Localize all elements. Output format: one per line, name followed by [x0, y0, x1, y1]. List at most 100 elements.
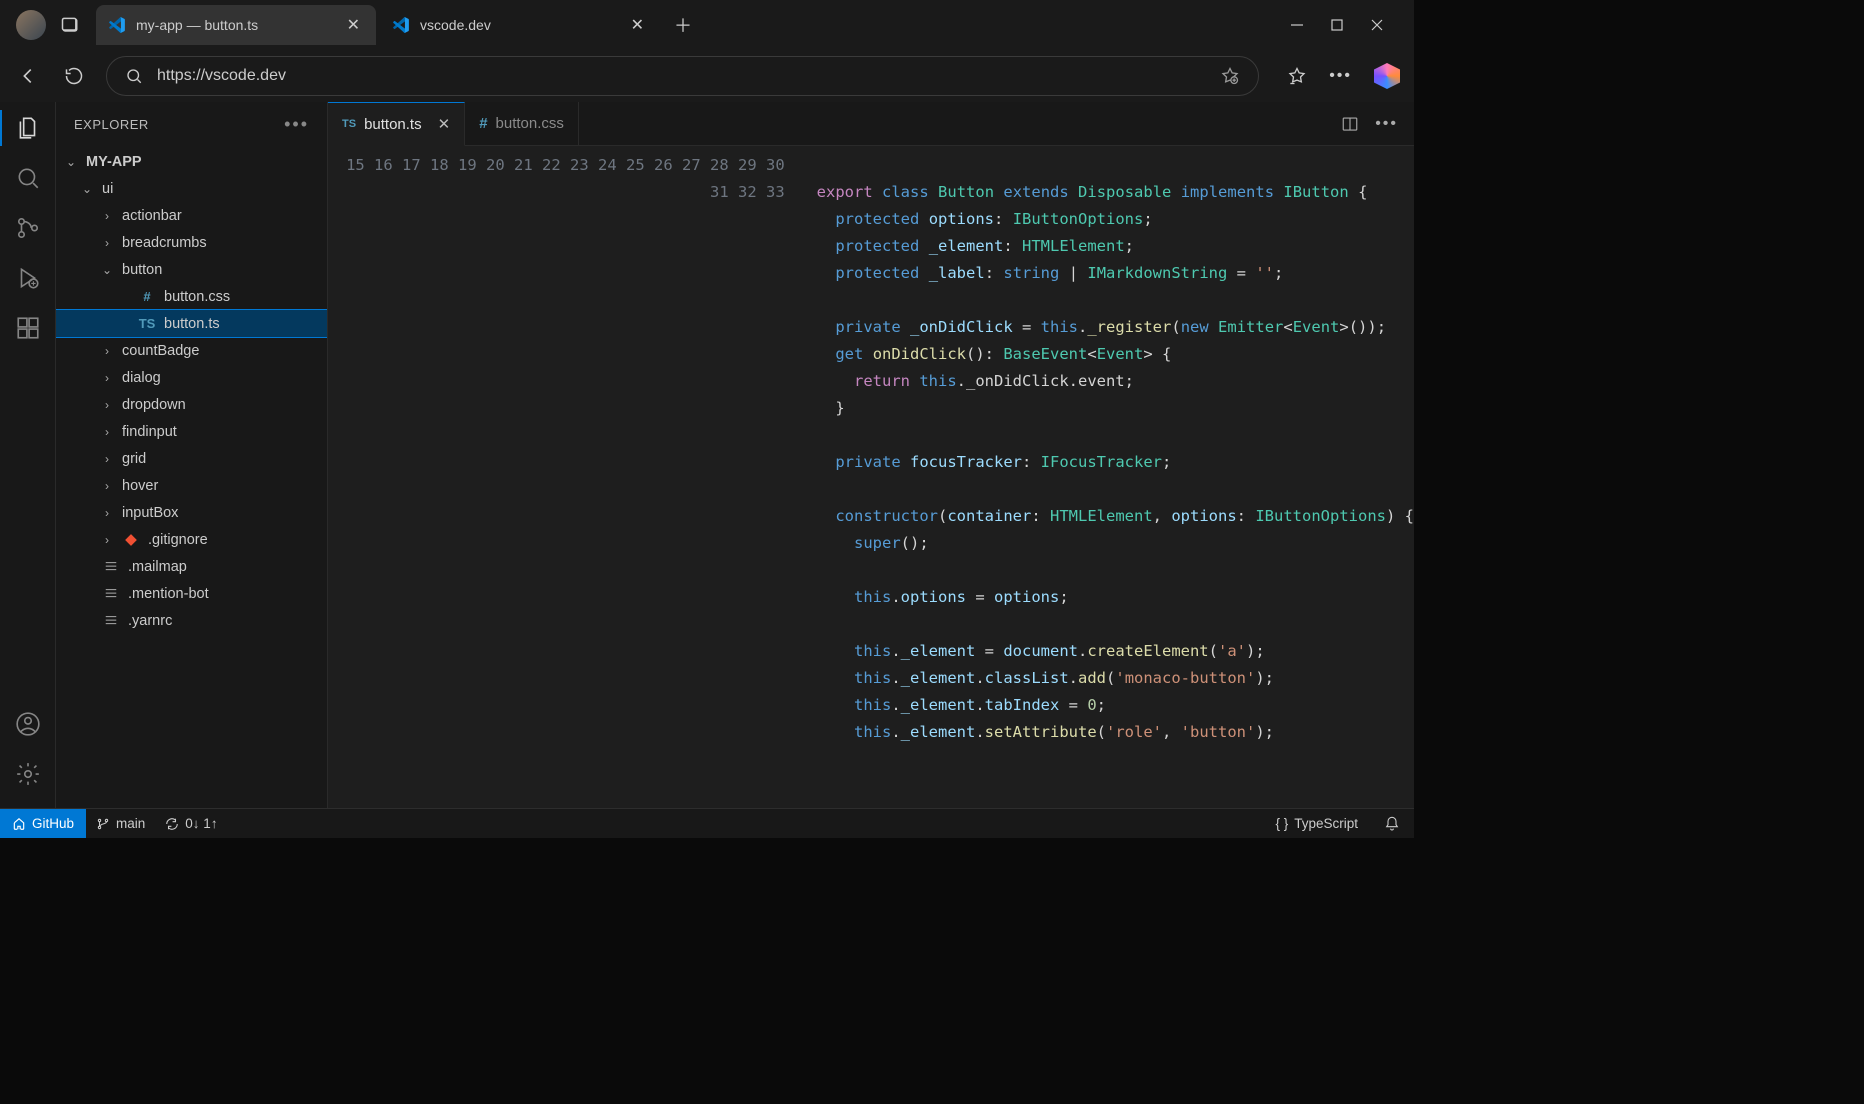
- browser-tab-bar: my-app — button.ts ✕ vscode.dev ✕ ＋: [0, 0, 1414, 50]
- vscode-app: EXPLORER ••• ⌄ MY-APP ⌄ui›actionbar›brea…: [0, 102, 1414, 808]
- activity-settings[interactable]: [12, 758, 44, 790]
- activity-extensions[interactable]: [12, 312, 44, 344]
- refresh-button[interactable]: [60, 62, 88, 90]
- tree-label: hover: [122, 478, 158, 494]
- back-button[interactable]: [14, 62, 42, 90]
- tree-label: actionbar: [122, 208, 182, 224]
- tree-label: button.ts: [164, 316, 220, 332]
- tree-label: breadcrumbs: [122, 235, 207, 251]
- chevron-down-icon: ⌄: [100, 263, 114, 277]
- tab-close-icon[interactable]: ✕: [438, 115, 451, 133]
- chevron-down-icon: ⌄: [80, 182, 94, 196]
- editor-tab-label: button.ts: [364, 116, 422, 133]
- file-icon: [102, 614, 120, 628]
- activity-explorer[interactable]: [12, 112, 44, 144]
- minimize-button[interactable]: [1290, 18, 1304, 32]
- close-button[interactable]: [1370, 18, 1384, 32]
- tree-item[interactable]: › actionbar: [56, 202, 327, 229]
- activity-run-debug[interactable]: [12, 262, 44, 294]
- explorer-title: EXPLORER: [74, 117, 149, 132]
- tree-label: findinput: [122, 424, 177, 440]
- tab-close-icon[interactable]: ✕: [343, 13, 364, 37]
- split-editor-icon[interactable]: [1341, 115, 1359, 133]
- line-gutter: 15 16 17 18 19 20 21 22 23 24 25 26 27 2…: [328, 146, 799, 808]
- tree-label: .mention-bot: [128, 586, 209, 602]
- tree-label: inputBox: [122, 505, 178, 521]
- status-sync[interactable]: 0↓ 1↑: [155, 816, 227, 831]
- tree-item[interactable]: ›countBadge: [56, 337, 327, 364]
- tree-label: button: [122, 262, 162, 278]
- editor-body[interactable]: 15 16 17 18 19 20 21 22 23 24 25 26 27 2…: [328, 146, 1414, 808]
- tree-item[interactable]: # button.css: [56, 283, 327, 310]
- browser-tab-label: vscode.dev: [420, 17, 491, 33]
- tree-item[interactable]: ›breadcrumbs: [56, 229, 327, 256]
- tree-item[interactable]: ⌄ ui: [56, 175, 327, 202]
- browser-tab[interactable]: my-app — button.ts ✕: [96, 5, 376, 45]
- code-content[interactable]: export class Button extends Disposable i…: [799, 146, 1414, 808]
- chevron-down-icon: ⌄: [64, 155, 78, 169]
- activity-source-control[interactable]: [12, 212, 44, 244]
- chevron-right-icon: ›: [100, 506, 114, 520]
- tree-item[interactable]: › dropdown: [56, 391, 327, 418]
- editor-tab[interactable]: TS button.ts ✕: [328, 102, 465, 146]
- favorite-icon[interactable]: [1220, 66, 1240, 86]
- notifications-icon[interactable]: [1384, 816, 1400, 832]
- tree-item[interactable]: ›grid: [56, 445, 327, 472]
- status-github[interactable]: GitHub: [0, 809, 86, 838]
- tree-item[interactable]: TS button.ts: [56, 310, 327, 337]
- tree-item[interactable]: ›dialog: [56, 364, 327, 391]
- explorer-panel: EXPLORER ••• ⌄ MY-APP ⌄ui›actionbar›brea…: [56, 102, 328, 808]
- tab-close-icon[interactable]: ✕: [627, 13, 648, 37]
- chevron-right-icon: ›: [100, 425, 114, 439]
- activity-search[interactable]: [12, 162, 44, 194]
- tree-item[interactable]: ›.gitignore: [56, 526, 327, 553]
- browser-tab[interactable]: vscode.dev ✕: [380, 5, 660, 45]
- address-bar[interactable]: https://vscode.dev: [106, 56, 1259, 96]
- copilot-icon[interactable]: [1374, 63, 1400, 89]
- new-tab-button[interactable]: ＋: [664, 6, 702, 44]
- tree-label: .yarnrc: [128, 613, 172, 629]
- chevron-right-icon: ›: [100, 452, 114, 466]
- tree-label: .mailmap: [128, 559, 187, 575]
- tree-item[interactable]: .yarnrc: [56, 607, 327, 634]
- url-text: https://vscode.dev: [157, 67, 286, 85]
- editor-tab[interactable]: # button.css: [465, 102, 579, 145]
- vscode-icon: [392, 16, 410, 34]
- typescript-icon: TS: [138, 316, 156, 331]
- tree-item[interactable]: › inputBox: [56, 499, 327, 526]
- favorites-button[interactable]: [1287, 66, 1307, 86]
- tree-label: .gitignore: [148, 532, 208, 548]
- vscode-icon: [108, 16, 126, 34]
- explorer-tree: ⌄ MY-APP ⌄ui›actionbar›breadcrumbs⌄butto…: [56, 146, 327, 636]
- css-icon: #: [479, 115, 487, 132]
- browser-chrome: my-app — button.ts ✕ vscode.dev ✕ ＋ http…: [0, 0, 1414, 102]
- css-icon: #: [138, 289, 156, 304]
- tree-item[interactable]: .mention-bot: [56, 580, 327, 607]
- tree-item[interactable]: › findinput: [56, 418, 327, 445]
- tree-label: dropdown: [122, 397, 186, 413]
- tree-label: ui: [102, 181, 113, 197]
- editor-area: TS button.ts ✕ # button.css ••• 15 16 17…: [328, 102, 1414, 808]
- maximize-button[interactable]: [1330, 18, 1344, 32]
- tree-project-root[interactable]: ⌄ MY-APP: [56, 148, 327, 175]
- activity-accounts[interactable]: [12, 708, 44, 740]
- typescript-icon: TS: [342, 118, 356, 130]
- chevron-right-icon: ›: [100, 398, 114, 412]
- chevron-right-icon: ›: [100, 209, 114, 223]
- profile-avatar[interactable]: [16, 10, 46, 40]
- activity-bar: [0, 102, 56, 808]
- editor-more-icon[interactable]: •••: [1375, 115, 1398, 133]
- git-icon: [122, 533, 140, 547]
- tree-item[interactable]: ⌄ button: [56, 256, 327, 283]
- workspaces-icon[interactable]: [58, 13, 82, 37]
- status-language[interactable]: { } TypeScript: [1265, 816, 1368, 831]
- menu-button[interactable]: •••: [1329, 67, 1352, 85]
- browser-tab-label: my-app — button.ts: [136, 17, 258, 33]
- tree-item[interactable]: .mailmap: [56, 553, 327, 580]
- tree-label: button.css: [164, 289, 230, 305]
- tree-item[interactable]: › hover: [56, 472, 327, 499]
- status-branch[interactable]: main: [86, 816, 155, 831]
- chevron-right-icon: ›: [100, 479, 114, 493]
- explorer-more-icon[interactable]: •••: [284, 114, 309, 135]
- search-icon: [125, 67, 143, 85]
